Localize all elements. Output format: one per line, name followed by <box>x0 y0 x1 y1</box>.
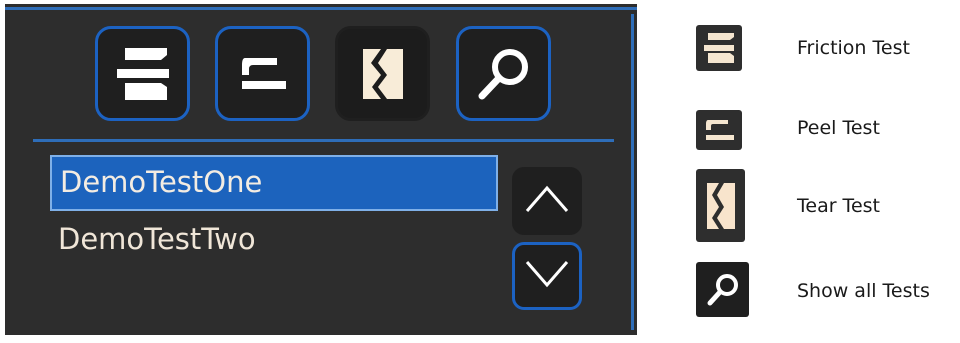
search-icon <box>474 44 534 104</box>
tear-test-icon <box>696 169 745 242</box>
panel-top-border <box>5 7 637 10</box>
scroll-up-button[interactable] <box>512 167 582 235</box>
scroll-down-button[interactable] <box>512 242 582 310</box>
legend-label-tear: Tear Test <box>797 195 880 217</box>
chevron-up-icon <box>524 184 570 218</box>
tear-test-button[interactable] <box>335 26 430 121</box>
peel-test-icon <box>233 54 293 94</box>
chevron-down-icon <box>524 259 570 293</box>
tear-test-icon <box>361 47 405 101</box>
legend-label-peel: Peel Test <box>797 117 880 139</box>
peel-test-button[interactable] <box>215 26 310 121</box>
list-item-selected[interactable]: DemoTestOne <box>50 155 498 211</box>
friction-test-icon <box>696 25 742 71</box>
legend-label-show-all: Show all Tests <box>797 280 930 302</box>
test-list: DemoTestOne DemoTestTwo <box>50 155 498 267</box>
peel-test-icon <box>696 110 742 150</box>
friction-test-button[interactable] <box>95 26 190 121</box>
search-icon <box>696 262 749 317</box>
show-all-tests-button[interactable] <box>456 26 551 121</box>
panel-scrollbar[interactable] <box>631 14 634 330</box>
list-item[interactable]: DemoTestTwo <box>50 211 498 267</box>
legend-label-friction: Friction Test <box>797 37 910 59</box>
toolbar-divider <box>33 139 614 142</box>
friction-test-icon <box>111 44 175 104</box>
